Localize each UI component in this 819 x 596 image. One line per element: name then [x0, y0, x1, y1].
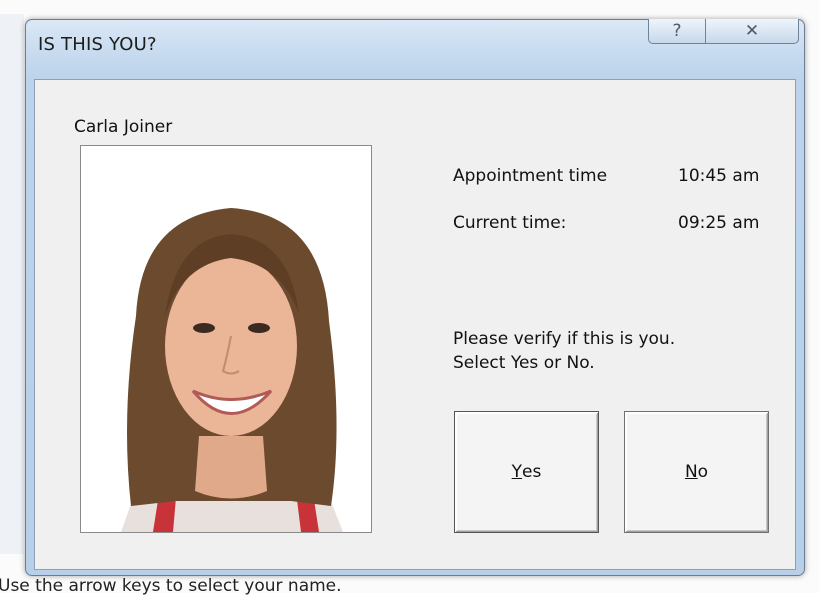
help-button[interactable]: ? — [648, 19, 706, 44]
no-mnemonic: N — [684, 462, 698, 482]
yes-label: es — [522, 462, 542, 482]
current-time-value: 09:25 am — [678, 213, 760, 233]
current-time-label: Current time: — [453, 213, 567, 233]
background-panel — [0, 14, 24, 554]
appointment-time-label: Appointment time — [453, 166, 608, 186]
yes-button[interactable]: Yes — [454, 411, 599, 533]
close-icon: ✕ — [744, 21, 760, 41]
person-name: Carla Joiner — [74, 117, 173, 137]
caption-buttons: ? ✕ — [648, 19, 800, 45]
yes-mnemonic: Y — [511, 462, 523, 482]
portrait-image — [81, 146, 371, 532]
person-photo — [80, 145, 372, 533]
select-prompt: Select Yes or No. — [453, 353, 595, 373]
dialog-window: IS THIS YOU? ? ✕ Carla Joiner Appointmen… — [25, 19, 805, 576]
no-button[interactable]: No — [624, 411, 769, 533]
help-icon: ? — [672, 21, 682, 41]
no-label: o — [697, 462, 709, 482]
dialog-content: Carla Joiner Appointment time 10:45 am C… — [34, 79, 796, 570]
background-hint-text: Use the arrow keys to select your name. — [0, 576, 342, 596]
dialog-title: IS THIS YOU? — [38, 34, 157, 55]
appointment-time-value: 10:45 am — [678, 166, 760, 186]
close-button[interactable]: ✕ — [706, 19, 799, 44]
verify-prompt: Please verify if this is you. — [453, 329, 676, 349]
